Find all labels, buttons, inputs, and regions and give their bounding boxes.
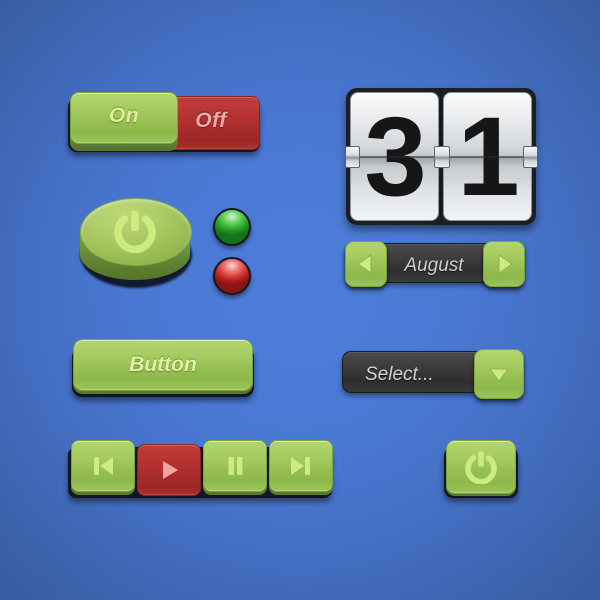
flip-card-right: 1 <box>443 92 532 221</box>
flip-seam <box>444 155 531 158</box>
power-button-face[interactable] <box>446 440 516 494</box>
button-face[interactable] <box>203 440 267 492</box>
button-face[interactable] <box>71 440 135 492</box>
toggle-on-label: On <box>108 104 140 127</box>
media-pause-button[interactable] <box>202 440 268 495</box>
flip-card-left: 3 <box>350 92 439 221</box>
skip-previous-icon <box>72 441 134 491</box>
select-arrow-button[interactable] <box>474 349 524 399</box>
power-icon <box>107 209 163 255</box>
select-dropdown[interactable]: Select... <box>342 349 524 399</box>
skip-next-icon <box>270 441 332 491</box>
plain-button[interactable]: Button <box>72 339 254 397</box>
flip-hinge-left <box>345 145 360 168</box>
month-stepper[interactable]: August <box>345 241 525 287</box>
play-icon <box>138 445 200 495</box>
triangle-left-icon <box>346 242 386 286</box>
power-knob[interactable] <box>78 198 194 294</box>
media-next-button[interactable] <box>268 440 334 495</box>
select-placeholder: Select... <box>365 364 434 385</box>
power-icon <box>447 441 515 493</box>
media-controls[interactable] <box>68 440 334 498</box>
triangle-down-icon <box>475 350 523 398</box>
led-green-indicator <box>213 208 251 246</box>
media-play-button[interactable] <box>136 440 202 496</box>
power-button[interactable] <box>444 440 518 498</box>
plain-button-face[interactable]: Button <box>73 339 253 391</box>
flip-seam <box>351 155 438 158</box>
button-face[interactable] <box>137 444 201 496</box>
flip-hinge-right <box>523 145 538 168</box>
on-off-toggle[interactable]: Off On <box>68 92 260 154</box>
flip-clock: 3 1 <box>345 88 538 225</box>
media-previous-button[interactable] <box>70 440 136 495</box>
flip-hinge-middle <box>434 145 450 168</box>
month-next-button[interactable] <box>483 241 525 287</box>
led-red-indicator <box>213 257 251 295</box>
month-prev-button[interactable] <box>345 241 387 287</box>
toggle-on-segment[interactable]: On <box>70 92 178 144</box>
ui-kit-canvas: Off On 3 1 August Button Select... <box>0 0 600 600</box>
triangle-right-icon <box>484 242 524 286</box>
month-label: August <box>404 255 464 276</box>
pause-icon <box>204 441 266 491</box>
plain-button-label: Button <box>129 353 197 376</box>
button-face[interactable] <box>269 440 333 492</box>
